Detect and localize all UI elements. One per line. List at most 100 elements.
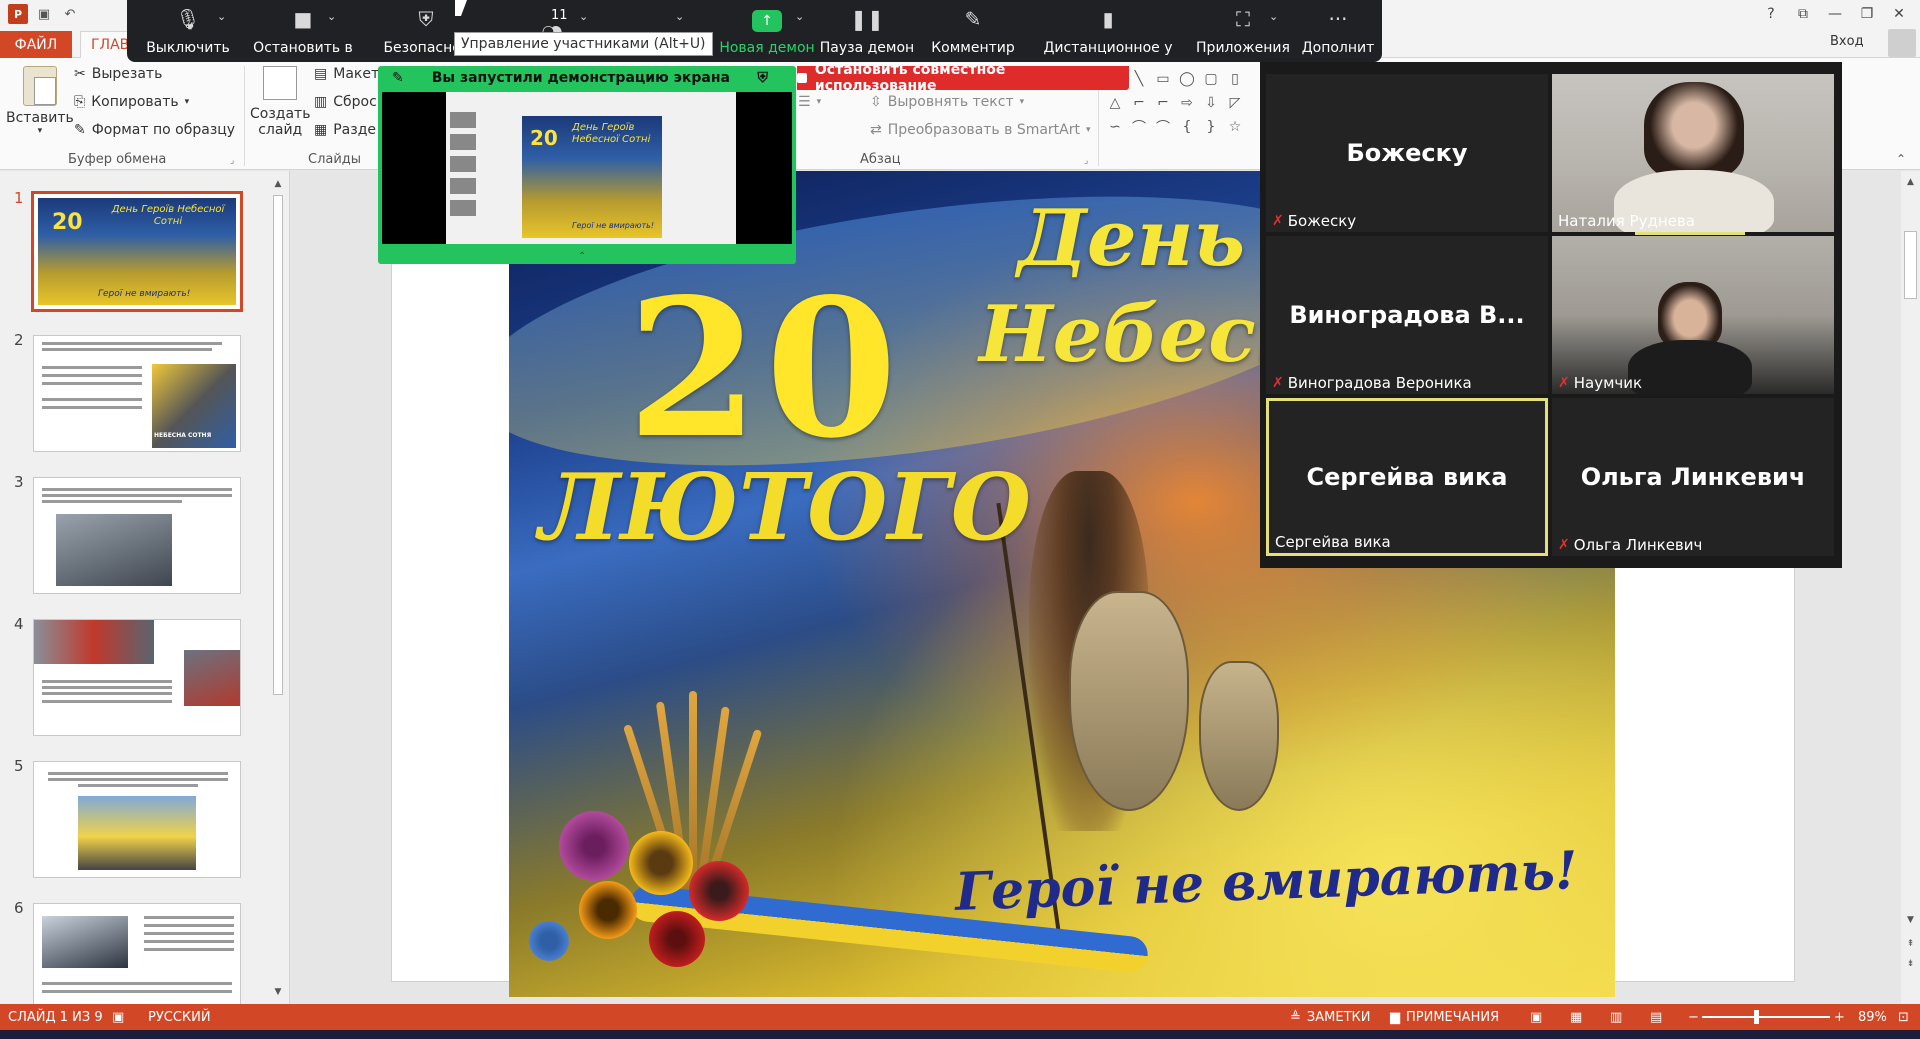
editor-scrollbar[interactable]: ▲ ▼ ⇞ ⇟ xyxy=(1901,171,1920,1004)
paragraph-launcher-icon[interactable]: ⌟ xyxy=(1084,156,1088,166)
apps-icon: ⛶ xyxy=(1236,7,1250,31)
participant-tile-active-speaker[interactable]: Сергейва вика Сергейва вика xyxy=(1266,398,1548,556)
collapse-preview-icon[interactable]: ⌃ xyxy=(578,251,586,262)
participants-options-chevron-icon[interactable]: ⌄ xyxy=(579,10,588,23)
rectangle-shape-icon[interactable]: ▭ xyxy=(1152,68,1174,90)
new-slide-button[interactable]: Создать слайд xyxy=(250,66,310,138)
share-options-chevron-icon[interactable]: ⌄ xyxy=(795,10,804,23)
help-icon[interactable]: ? xyxy=(1754,0,1788,28)
align-text-dropdown-icon[interactable]: ▾ xyxy=(1020,97,1025,107)
scroll-up-icon[interactable]: ▲ xyxy=(270,177,286,191)
slide-thumbnail-2[interactable]: НЕБЕСНА СОТНЯ xyxy=(33,335,241,452)
spellcheck-icon[interactable]: ▣ xyxy=(112,1004,124,1030)
normal-view-icon[interactable]: ▣ xyxy=(1530,1004,1542,1030)
comments-button[interactable]: ▆ ПРИМЕЧАНИЯ xyxy=(1390,1004,1499,1030)
apps-button[interactable]: ⛶ Приложения xyxy=(1191,0,1295,62)
slide-sorter-icon[interactable]: ▦ xyxy=(1570,1004,1582,1030)
section-button[interactable]: ▦ Разде xyxy=(314,122,376,138)
curve-shape-icon[interactable]: ∽ xyxy=(1104,116,1126,138)
arrow-down-shape-icon[interactable]: ⇩ xyxy=(1200,92,1222,114)
participant-name-large: Сергейва вика xyxy=(1306,463,1508,491)
participant-tile[interactable]: Виноградова В... ✗ Виноградова Вероника xyxy=(1266,236,1548,394)
callout-shape-icon[interactable]: ◸ xyxy=(1224,92,1246,114)
more-button[interactable]: ··· Дополнит xyxy=(1295,0,1381,62)
zoom-slider-handle[interactable] xyxy=(1754,1010,1759,1024)
line-spacing-button[interactable]: ☰ ▾ xyxy=(798,94,821,110)
user-avatar-icon[interactable] xyxy=(1888,29,1916,57)
arc-shape-icon[interactable]: ⌒ xyxy=(1128,116,1150,138)
save-icon[interactable]: ▣ xyxy=(34,4,54,24)
star-shape-icon[interactable]: ☆ xyxy=(1224,116,1246,138)
login-link[interactable]: Вход xyxy=(1830,34,1864,49)
minimize-icon[interactable]: — xyxy=(1818,0,1852,28)
ribbon-display-icon[interactable]: ⧉ xyxy=(1786,0,1820,28)
line-shape-icon[interactable]: ╲ xyxy=(1128,68,1150,90)
smartart-button[interactable]: ⇄ Преобразовать в SmartArt ▾ xyxy=(870,122,1091,138)
participant-video-tile[interactable]: Наталия Руднева xyxy=(1552,74,1834,232)
paste-dropdown-icon[interactable]: ▾ xyxy=(38,126,43,136)
mute-options-chevron-icon[interactable]: ⌄ xyxy=(217,10,226,23)
slide-thumbnail-1[interactable]: 20 День Героїв Небесної Сотні Герої не в… xyxy=(31,191,243,312)
new-slide-label-1: Создать xyxy=(250,106,311,122)
participant-tile[interactable]: Ольга Линкевич ✗ Ольга Линкевич xyxy=(1552,398,1834,556)
remote-control-button[interactable]: ▮ Дистанционное у xyxy=(1025,0,1191,62)
participant-video-tile[interactable]: ✗ Наумчик xyxy=(1552,236,1834,394)
slideshow-view-icon[interactable]: ▤ xyxy=(1650,1004,1662,1030)
scrollbar-handle[interactable] xyxy=(1904,231,1917,299)
chat-options-chevron-icon[interactable]: ⌄ xyxy=(675,10,684,23)
format-painter-button[interactable]: ✎ Формат по образцу xyxy=(74,122,235,138)
textbox-shape-icon[interactable]: ▯ xyxy=(1224,68,1246,90)
brace-left-shape-icon[interactable]: { xyxy=(1176,116,1198,138)
slide-thumbnail-5[interactable] xyxy=(33,761,241,878)
cut-button[interactable]: ✂ Вырезать xyxy=(74,66,162,82)
elbow-connector-icon[interactable]: ⌐ xyxy=(1128,92,1150,114)
next-slide-icon[interactable]: ⇟ xyxy=(1903,957,1918,971)
share-screen-icon: ↑ xyxy=(752,10,782,32)
language-indicator[interactable]: РУССКИЙ xyxy=(148,1004,211,1030)
collapse-ribbon-icon[interactable]: ⌃ xyxy=(1896,152,1906,166)
elbow-connector-icon[interactable]: ⌐ xyxy=(1152,92,1174,114)
copy-button[interactable]: ⎘ Копировать ▾ xyxy=(74,94,189,110)
slide-thumbnail-4[interactable] xyxy=(33,619,241,736)
fit-to-window-icon[interactable]: ⊡ xyxy=(1898,1004,1909,1030)
align-text-button[interactable]: ⇳ Выровнять текст ▾ xyxy=(870,94,1024,110)
triangle-shape-icon[interactable]: △ xyxy=(1104,92,1126,114)
scroll-down-icon[interactable]: ▼ xyxy=(1903,913,1918,927)
arrow-right-shape-icon[interactable]: ⇨ xyxy=(1176,92,1198,114)
paste-button[interactable]: Вставить ▾ xyxy=(6,66,74,136)
oval-shape-icon[interactable]: ◯ xyxy=(1176,68,1198,90)
slide-thumbnail-3[interactable] xyxy=(33,477,241,594)
reading-view-icon[interactable]: ▥ xyxy=(1610,1004,1622,1030)
zoom-in-icon[interactable]: + xyxy=(1834,1004,1845,1030)
reset-button[interactable]: ▥ Сброс xyxy=(314,94,377,110)
video-options-chevron-icon[interactable]: ⌄ xyxy=(327,10,336,23)
annotate-button[interactable]: ✎ Комментир xyxy=(923,0,1023,62)
restore-icon[interactable]: ❐ xyxy=(1850,0,1884,28)
brace-right-shape-icon[interactable]: } xyxy=(1200,116,1222,138)
smartart-dropdown-icon[interactable]: ▾ xyxy=(1086,125,1091,135)
tab-file[interactable]: ФАЙЛ xyxy=(0,31,72,58)
close-icon[interactable]: ✕ xyxy=(1882,0,1916,28)
arc-shape-icon[interactable]: ⌒ xyxy=(1152,116,1174,138)
slide-thumbnail-6[interactable] xyxy=(33,903,241,1004)
rounded-rect-shape-icon[interactable]: ▢ xyxy=(1200,68,1222,90)
zoom-slider[interactable] xyxy=(1702,1016,1830,1018)
apps-options-chevron-icon[interactable]: ⌄ xyxy=(1269,10,1278,23)
stop-video-button[interactable]: ■ Остановить в xyxy=(241,0,365,62)
layout-button[interactable]: ▤ Макет xyxy=(314,66,379,82)
scroll-up-icon[interactable]: ▲ xyxy=(1903,175,1918,189)
pause-share-button[interactable]: ❚❚ Пауза демон xyxy=(813,0,921,62)
zoom-level[interactable]: 89% xyxy=(1858,1004,1887,1030)
undo-icon[interactable]: ↶ xyxy=(60,4,80,24)
participant-tile[interactable]: Божеску ✗ Божеску xyxy=(1266,74,1548,232)
thumbnails-scrollbar[interactable]: ▲ ▼ xyxy=(270,177,286,999)
scrollbar-handle[interactable] xyxy=(273,195,283,695)
copy-dropdown-icon[interactable]: ▾ xyxy=(185,97,190,107)
scroll-down-icon[interactable]: ▼ xyxy=(270,985,286,999)
preview-slide: 20 День Героїв Небесної Сотні Герої не в… xyxy=(522,116,662,238)
clipboard-launcher-icon[interactable]: ⌟ xyxy=(230,156,234,166)
stop-share-button[interactable]: Остановить совместное использование xyxy=(797,62,1129,94)
previous-slide-icon[interactable]: ⇞ xyxy=(1903,937,1918,951)
notes-button[interactable]: ≜ ЗАМЕТКИ xyxy=(1290,1004,1370,1030)
zoom-out-icon[interactable]: − xyxy=(1688,1004,1699,1030)
